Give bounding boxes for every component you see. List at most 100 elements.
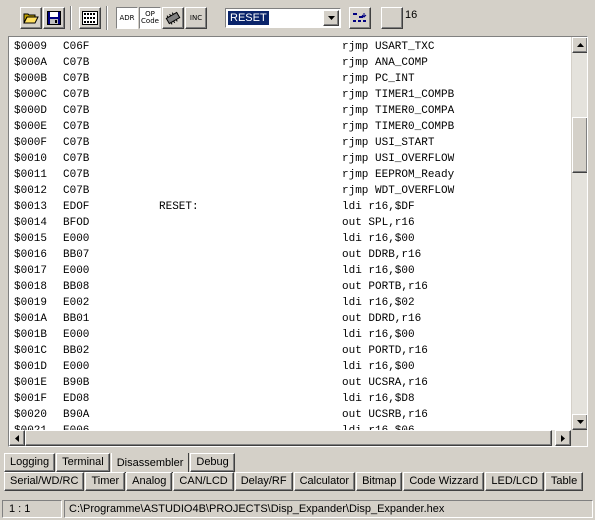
tab-terminal[interactable]: Terminal xyxy=(56,453,110,472)
horizontal-scroll-thumb[interactable] xyxy=(25,430,552,446)
tab-led-lcd[interactable]: LED/LCD xyxy=(485,472,544,491)
row-instruction: rjmp ANA_COMP xyxy=(342,57,428,69)
row-opcode: C07B xyxy=(63,137,90,149)
scroll-down-icon[interactable] xyxy=(572,414,587,430)
vertical-scrollbar[interactable] xyxy=(571,37,587,430)
row-opcode: C07B xyxy=(63,185,90,197)
row-instruction: out SPL,r16 xyxy=(342,217,415,229)
chevron-down-icon[interactable] xyxy=(323,10,339,26)
row-opcode: BB07 xyxy=(63,249,90,261)
scroll-up-icon[interactable] xyxy=(572,37,587,53)
row-address: $000F xyxy=(14,137,48,149)
tab-calculator[interactable]: Calculator xyxy=(293,472,356,491)
row-opcode: B90A xyxy=(63,409,90,421)
tab-serial-wd-rc[interactable]: Serial/WD/RC xyxy=(4,472,85,491)
blank-button[interactable] xyxy=(381,7,403,29)
tab-disassembler[interactable]: Disassembler xyxy=(110,453,190,473)
tab-delay-rf[interactable]: Delay/RF xyxy=(234,472,293,491)
row-instruction: ldi r16,$D8 xyxy=(342,393,415,405)
row-opcode: ED08 xyxy=(63,393,90,405)
row-address: $000A xyxy=(14,57,48,69)
row-address: $001E xyxy=(14,377,48,389)
row-instruction: rjmp PC_INT xyxy=(342,73,415,85)
row-opcode: BB01 xyxy=(63,313,90,325)
tab-row-bottom: Serial/WD/RC Timer Analog CAN/LCD Delay/RF Ca… xyxy=(4,472,584,491)
row-instruction: rjmp TIMER1_COMPB xyxy=(342,89,455,101)
row-instruction: ldi r16,$00 xyxy=(342,233,415,245)
row-address: $0009 xyxy=(14,41,48,53)
tab-analog[interactable]: Analog xyxy=(126,472,173,491)
row-address: $0010 xyxy=(14,153,48,165)
row-opcode: C07B xyxy=(63,57,90,69)
open-icon[interactable] xyxy=(20,7,42,29)
file-path: C:\Programme\ASTUDIO4B\PROJECTS\Disp_Exp… xyxy=(64,500,593,518)
row-address: $001A xyxy=(14,313,48,325)
row-address: $0020 xyxy=(14,409,48,421)
row-opcode: C06F xyxy=(63,41,90,53)
adr-button[interactable]: ADR xyxy=(116,7,138,29)
row-opcode: E000 xyxy=(63,361,90,373)
row-opcode: C07B xyxy=(63,153,90,165)
row-address: $0014 xyxy=(14,217,48,229)
tab-can-lcd[interactable]: CAN/LCD xyxy=(173,472,234,491)
label-combo-value: RESET xyxy=(228,11,269,25)
cursor-position: 1 : 1 xyxy=(2,500,62,518)
row-opcode: C07B xyxy=(63,169,90,181)
opcode-button[interactable]: OP Code xyxy=(139,7,161,29)
row-instruction: out PORTD,r16 xyxy=(342,345,428,357)
row-instruction: rjmp USI_START xyxy=(342,137,435,149)
label-combo[interactable]: RESET xyxy=(225,8,341,28)
row-instruction: rjmp TIMER0_COMPB xyxy=(342,121,455,133)
row-opcode: E000 xyxy=(63,329,90,341)
tab-row-top: Logging Terminal Disassembler Debug xyxy=(4,453,236,473)
scroll-right-icon[interactable] xyxy=(555,430,571,446)
scrollbar-corner xyxy=(571,430,587,446)
row-instruction: ldi r16,$02 xyxy=(342,297,415,309)
row-instruction: ldi r16,$00 xyxy=(342,265,415,277)
row-opcode: BFOD xyxy=(63,217,90,229)
toolbar: ADR OP Code INC RESET 16 xyxy=(0,0,595,34)
row-opcode: B90B xyxy=(63,377,90,389)
row-instruction: out DDRB,r16 xyxy=(342,249,422,261)
row-opcode: EDOF xyxy=(63,201,90,213)
row-address: $000C xyxy=(14,89,48,101)
tab-code-wizzard[interactable]: Code Wizzard xyxy=(403,472,485,491)
disassembler-listing[interactable]: $0009 C06F rjmp USART_TXC $000A C07B rjmp ANA… xyxy=(8,36,588,447)
row-address: $0016 xyxy=(14,249,48,261)
tab-table[interactable]: Table xyxy=(544,472,584,491)
row-address: $000D xyxy=(14,105,48,117)
scroll-left-icon[interactable] xyxy=(9,430,25,446)
chip-icon[interactable] xyxy=(162,7,184,29)
row-opcode: E000 xyxy=(63,233,90,245)
row-opcode: C07B xyxy=(63,73,90,85)
row-instruction: out UCSRA,r16 xyxy=(342,377,428,389)
row-instruction: rjmp EEPROM_Ready xyxy=(342,169,455,181)
memory-grid-icon[interactable] xyxy=(79,7,101,29)
goto-icon[interactable] xyxy=(349,7,371,29)
row-instruction: ldi r16,$00 xyxy=(342,329,415,341)
row-instruction: rjmp TIMER0_COMPA xyxy=(342,105,455,117)
row-address: $0012 xyxy=(14,185,48,197)
row-address: $0015 xyxy=(14,233,48,245)
status-bar: 1 : 1 C:\Programme\ASTUDIO4B\PROJECTS\Di… xyxy=(0,498,595,520)
row-instruction: rjmp WDT_OVERFLOW xyxy=(342,185,455,197)
row-opcode: C07B xyxy=(63,105,90,117)
tab-logging[interactable]: Logging xyxy=(4,453,56,472)
tab-debug[interactable]: Debug xyxy=(190,453,235,472)
tab-timer[interactable]: Timer xyxy=(85,472,126,491)
vertical-scroll-thumb[interactable] xyxy=(572,117,587,173)
row-opcode: C07B xyxy=(63,121,90,133)
row-opcode: E002 xyxy=(63,297,90,309)
toolbar-separator xyxy=(106,6,108,30)
save-icon[interactable] xyxy=(43,7,65,29)
tab-bitmap[interactable]: Bitmap xyxy=(356,472,403,491)
row-address: $000B xyxy=(14,73,48,85)
row-address: $001D xyxy=(14,361,48,373)
row-instruction: rjmp USI_OVERFLOW xyxy=(342,153,455,165)
inc-button[interactable]: INC xyxy=(185,7,207,29)
row-instruction: out PORTB,r16 xyxy=(342,281,428,293)
row-opcode: E000 xyxy=(63,265,90,277)
row-instruction: rjmp USART_TXC xyxy=(342,41,435,53)
horizontal-scrollbar[interactable] xyxy=(9,430,571,446)
row-label: RESET: xyxy=(159,201,199,213)
